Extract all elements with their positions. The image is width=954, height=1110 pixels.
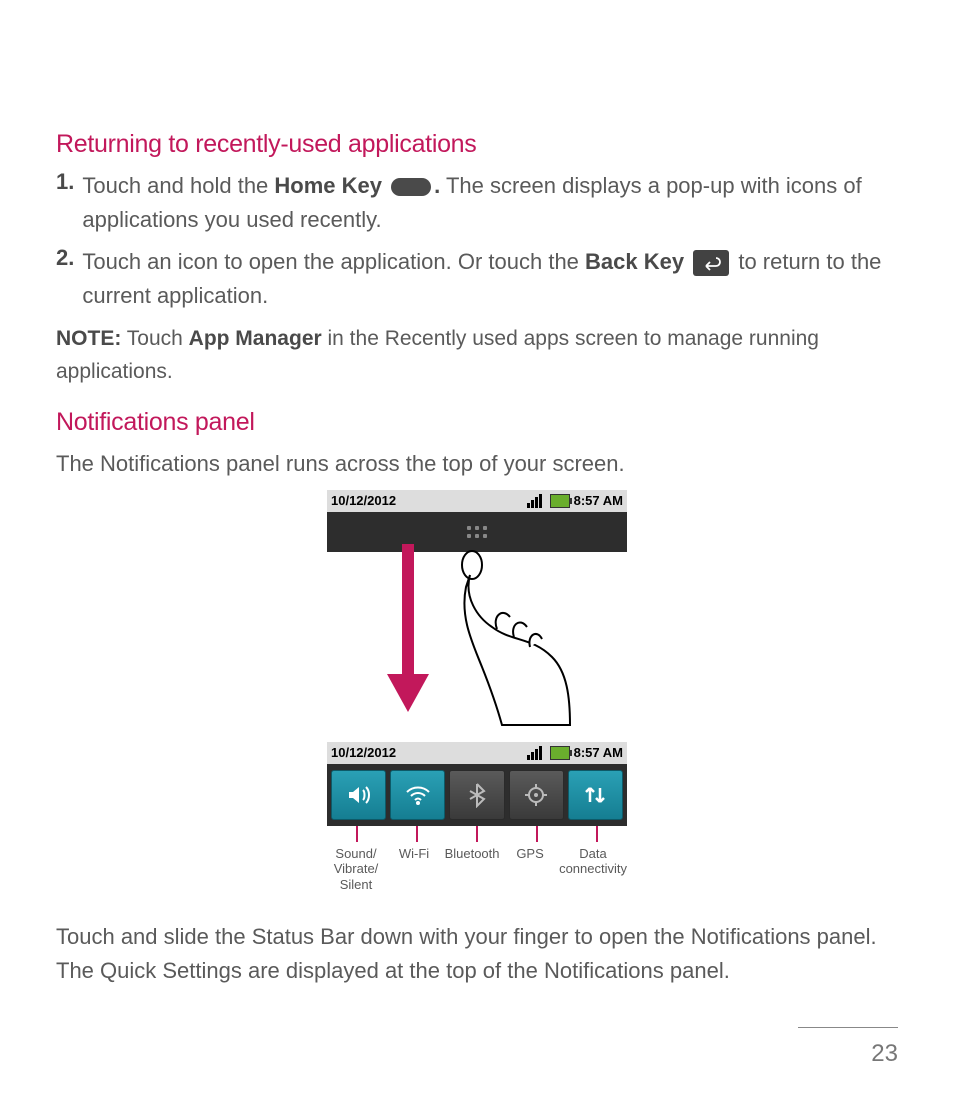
qs-bluetooth[interactable] [449,770,504,820]
time: 8:57 AM [574,493,623,508]
figure-notifications: 10/12/2012 8:57 AM [56,490,898,893]
label-wifi: Wi-Fi [385,846,443,893]
qs-sound[interactable] [331,770,386,820]
home-key-icon [391,178,431,196]
text: Touch [121,327,188,350]
qs-wifi[interactable] [390,770,445,820]
notifications-outro: Touch and slide the Status Bar down with… [56,920,898,988]
statusbar-closed: 10/12/2012 8:57 AM [327,490,627,552]
back-key-icon [693,250,729,276]
step-text: Touch an icon to open the application. O… [82,245,898,313]
step-2: 2. Touch an icon to open the application… [56,245,898,313]
step-number: 1. [56,169,74,237]
label-data: Data connectivity [559,846,627,893]
gesture-illustration [56,552,898,742]
app-manager-label: App Manager [189,327,322,350]
leader-lines [327,826,627,842]
note-label: NOTE: [56,327,121,350]
step-1: 1. Touch and hold the Home Key . The scr… [56,169,898,237]
statusbar-row: 10/12/2012 8:57 AM [327,490,627,512]
statusbar-row: 10/12/2012 8:57 AM [327,742,627,764]
back-key-label: Back Key [585,249,690,274]
note: NOTE: Touch App Manager in the Recently … [56,323,898,388]
qs-gps[interactable] [509,770,564,820]
time: 8:57 AM [574,745,623,760]
text: Touch an icon to open the application. O… [82,249,585,274]
date: 10/12/2012 [331,493,396,508]
date: 10/12/2012 [331,745,396,760]
label-gps: GPS [501,846,559,893]
step-text: Touch and hold the Home Key . The screen… [82,169,898,237]
label-bluetooth: Bluetooth [443,846,501,893]
heading-notifications: Notifications panel [56,408,898,437]
statusbar-open: 10/12/2012 8:57 AM [327,742,627,826]
pointing-hand-icon [442,547,572,727]
home-key-label: Home Key [274,173,388,198]
page-content: Returning to recently-used applications … [0,0,954,989]
qs-data[interactable] [568,770,623,820]
page-number: 23 [798,1027,898,1080]
step-number: 2. [56,245,74,313]
battery-icon [550,746,570,760]
signal-icon [527,746,542,760]
battery-icon [550,494,570,508]
quick-settings-labels: Sound/ Vibrate/ Silent Wi-Fi Bluetooth G… [327,846,627,893]
heading-returning: Returning to recently-used applications [56,130,898,159]
quick-settings-row [327,764,627,826]
text: Touch and hold the [82,173,274,198]
label-sound: Sound/ Vibrate/ Silent [327,846,385,893]
drag-handle [327,512,627,552]
signal-icon [527,494,542,508]
arrow-down-icon [382,544,432,724]
notifications-intro: The Notifications panel runs across the … [56,447,898,481]
